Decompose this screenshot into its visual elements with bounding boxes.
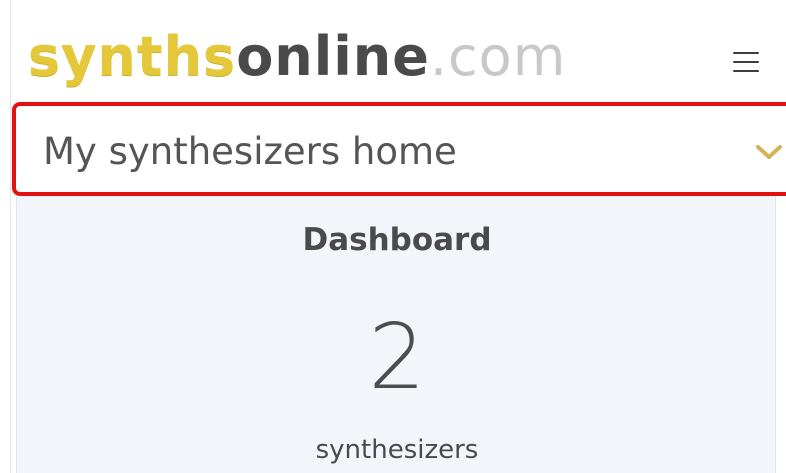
home-selector-value: My synthesizers home [43, 130, 457, 173]
app-page: synthsonline.com My synthesizers home Da… [0, 0, 786, 473]
logo-synths-text: synths [28, 25, 237, 88]
dashboard-title: Dashboard [302, 222, 492, 258]
chevron-down-icon [756, 145, 782, 159]
site-logo[interactable]: synthsonline.com [28, 22, 566, 92]
logo-online-text: online [236, 25, 430, 88]
logo-domain-text: .com [429, 25, 567, 88]
home-selector-dropdown[interactable]: My synthesizers home [12, 102, 786, 196]
synthesizer-count: 2 [368, 305, 426, 410]
app-header: synthsonline.com [0, 0, 786, 100]
synthesizer-count-label: synthesizers [315, 435, 479, 465]
dashboard-panel: Dashboard 2 synthesizers [16, 196, 776, 473]
hamburger-menu-button[interactable] [728, 48, 766, 76]
